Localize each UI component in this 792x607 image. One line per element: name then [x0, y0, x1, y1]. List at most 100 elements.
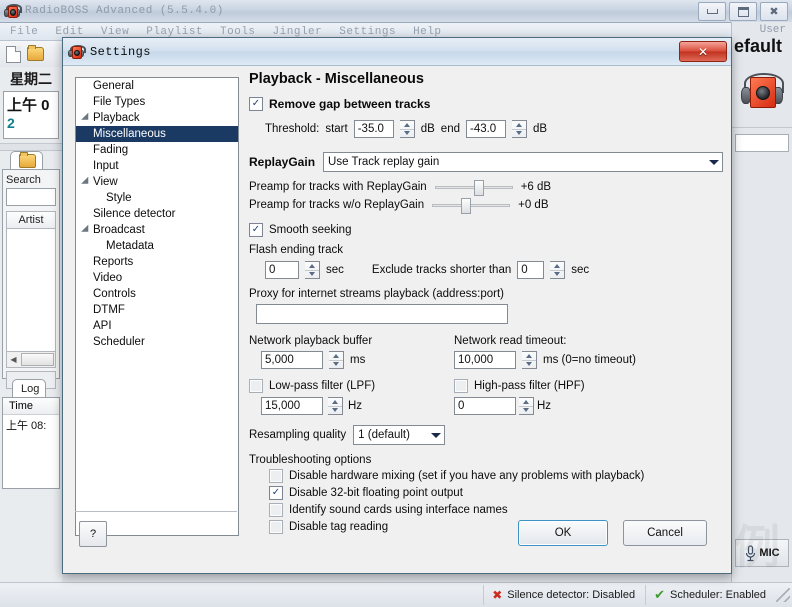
network-timeout-stepper[interactable]	[522, 351, 537, 369]
preamp-without-slider[interactable]	[432, 198, 511, 214]
library-tab[interactable]	[10, 151, 43, 169]
smooth-seeking-checkbox[interactable]	[249, 223, 263, 237]
tree-item-silence-detector[interactable]: Silence detector	[76, 206, 238, 222]
replaygain-selected-value: Use Track replay gain	[328, 156, 440, 168]
slider-thumb[interactable]	[461, 198, 472, 214]
remove-gap-row[interactable]: Remove gap between tracks	[249, 97, 723, 111]
network-buffer-input[interactable]: 5,000	[261, 351, 323, 369]
troubleshooting-title: Troubleshooting options	[249, 454, 372, 466]
log-time-column[interactable]: Time	[3, 398, 59, 415]
tree-item-playback[interactable]: Playback	[76, 110, 238, 126]
menu-item-settings[interactable]: Settings	[339, 26, 396, 38]
tree-item-label: Miscellaneous	[93, 128, 166, 140]
ok-label: OK	[554, 527, 572, 539]
threshold-end-stepper[interactable]	[511, 120, 527, 138]
close-button[interactable]: ✖	[760, 2, 788, 21]
hpf-checkbox[interactable]	[454, 379, 468, 393]
tree-item-miscellaneous[interactable]: Miscellaneous	[76, 126, 238, 142]
smooth-seeking-row[interactable]: Smooth seeking	[249, 223, 723, 237]
log-row[interactable]: 上午 08:	[3, 415, 59, 435]
tree-item-view[interactable]: View	[76, 174, 238, 190]
artist-list[interactable]	[6, 229, 56, 352]
new-file-icon[interactable]	[6, 45, 21, 63]
hpf-stepper[interactable]	[519, 397, 534, 415]
threshold-end-input[interactable]: -43.0	[465, 120, 506, 138]
open-folder-icon[interactable]	[27, 45, 44, 61]
proxy-input[interactable]	[256, 304, 508, 324]
preamp-with-value: +6 dB	[520, 181, 552, 193]
tree-item-api[interactable]: API	[76, 318, 238, 334]
ok-button[interactable]: OK	[518, 520, 608, 546]
right-panel-field[interactable]	[735, 134, 789, 152]
tree-item-broadcast[interactable]: Broadcast	[76, 222, 238, 238]
troubleshooting-option-row[interactable]: Disable hardware mixing (set if you have…	[249, 469, 723, 483]
help-button[interactable]: ?	[79, 521, 107, 547]
scroll-thumb[interactable]	[21, 353, 54, 366]
hpf-input[interactable]: 0	[454, 397, 516, 415]
flash-ending-input[interactable]: 0	[265, 261, 299, 279]
menu-item-playlist[interactable]: Playlist	[146, 26, 203, 38]
threshold-start-stepper[interactable]	[399, 120, 415, 138]
resampling-select[interactable]: 1 (default)	[353, 425, 446, 445]
cancel-button[interactable]: Cancel	[623, 520, 707, 546]
exclude-tracks-stepper[interactable]	[550, 261, 566, 279]
menu-item-help[interactable]: Help	[413, 26, 441, 38]
settings-tree[interactable]: General File Types Playback Miscellaneous Fa…	[75, 77, 239, 536]
resampling-selected-value: 1 (default)	[358, 429, 410, 441]
artist-column-header[interactable]: Artist	[6, 211, 56, 229]
tree-item-scheduler[interactable]: Scheduler	[76, 334, 238, 350]
exclude-tracks-input[interactable]: 0	[517, 261, 545, 279]
dialog-close-button[interactable]: ✕	[679, 41, 727, 62]
menu-item-jingler[interactable]: Jingler	[273, 26, 323, 38]
search-input[interactable]	[6, 188, 56, 206]
menu-item-view[interactable]: View	[101, 26, 129, 38]
menu-item-edit[interactable]: Edit	[55, 26, 83, 38]
tree-item-file-types[interactable]: File Types	[76, 94, 238, 110]
tree-item-dtmf[interactable]: DTMF	[76, 302, 238, 318]
maximize-button[interactable]	[729, 2, 757, 21]
troubleshooting-option-row[interactable]: Disable 32-bit floating point output	[249, 486, 723, 500]
expander-icon[interactable]	[80, 176, 93, 188]
troubleshooting-title-row: Troubleshooting options	[249, 454, 723, 466]
tree-item-reports[interactable]: Reports	[76, 254, 238, 270]
tree-item-style[interactable]: Style	[76, 190, 238, 206]
tree-item-label: Silence detector	[93, 208, 176, 220]
hpf-unit: Hz	[537, 400, 552, 412]
tree-item-input[interactable]: Input	[76, 158, 238, 174]
troubleshooting-checkbox-1[interactable]	[269, 486, 283, 500]
troubleshooting-checkbox-0[interactable]	[269, 469, 283, 483]
library-panel: Search Artist ◀	[2, 169, 60, 389]
tree-item-fading[interactable]: Fading	[76, 142, 238, 158]
lpf-stepper[interactable]	[328, 397, 343, 415]
flash-ending-stepper[interactable]	[305, 261, 320, 279]
expander-icon[interactable]	[80, 112, 93, 124]
replaygain-select[interactable]: Use Track replay gain	[323, 152, 723, 172]
log-tab[interactable]: Log	[12, 379, 47, 397]
expander-icon[interactable]	[80, 224, 93, 236]
tree-item-general[interactable]: General	[76, 78, 238, 94]
green-check-icon: ✔	[654, 587, 665, 603]
menu-item-tools[interactable]: Tools	[220, 26, 256, 38]
remove-gap-checkbox[interactable]	[249, 97, 263, 111]
silence-detector-status[interactable]: ✖ Silence detector: Disabled	[483, 585, 643, 605]
tree-item-controls[interactable]: Controls	[76, 286, 238, 302]
lpf-input[interactable]: 15,000	[261, 397, 323, 415]
network-buffer-label: Network playback buffer	[249, 335, 373, 347]
threshold-label: Threshold:	[265, 123, 320, 135]
network-timeout-input[interactable]: 10,000	[454, 351, 516, 369]
slider-thumb[interactable]	[473, 180, 484, 196]
minimize-button[interactable]	[698, 2, 726, 21]
filters-checkbox-row: Low-pass filter (LPF) High-pass filter (…	[249, 379, 723, 393]
tree-item-metadata[interactable]: Metadata	[76, 238, 238, 254]
network-buffer-stepper[interactable]	[329, 351, 344, 369]
preamp-with-slider[interactable]	[434, 180, 513, 196]
scheduler-status[interactable]: ✔ Scheduler: Enabled	[645, 585, 774, 605]
scroll-left-icon[interactable]: ◀	[7, 355, 20, 364]
tree-item-video[interactable]: Video	[76, 270, 238, 286]
threshold-start-input[interactable]: -35.0	[353, 120, 394, 138]
mic-button[interactable]: MIC	[735, 539, 789, 567]
artist-list-hscrollbar[interactable]: ◀	[6, 352, 56, 368]
resize-grip-icon[interactable]	[776, 588, 790, 602]
lpf-checkbox[interactable]	[249, 379, 263, 393]
menu-item-file[interactable]: File	[10, 26, 38, 38]
